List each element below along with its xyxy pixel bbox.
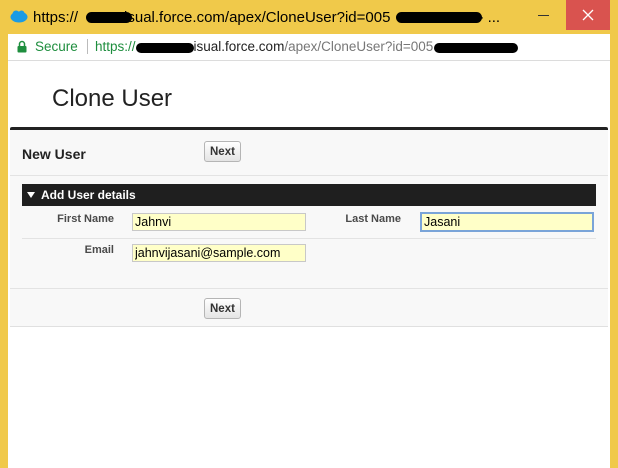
minimize-icon [537, 14, 549, 16]
next-button-bottom[interactable]: Next [204, 298, 241, 319]
first-name-input[interactable] [132, 213, 306, 231]
page-title: Clone User [52, 85, 173, 112]
section-title: New User [22, 146, 86, 162]
divider [10, 288, 608, 289]
window-title-bar[interactable]: https://isual.force.com/apex/CloneUser?i… [0, 0, 618, 34]
address-bar[interactable]: Secure https://isual.force.com/apex/Clon… [8, 34, 610, 61]
divider [22, 238, 596, 239]
divider [10, 175, 608, 176]
secure-label: Secure [35, 39, 78, 54]
redacted-mark [434, 43, 518, 53]
email-label: Email [84, 244, 114, 256]
divider [87, 39, 88, 54]
close-button[interactable] [566, 0, 610, 30]
add-user-details-header[interactable]: Add User details [22, 184, 596, 206]
email-input[interactable] [132, 244, 306, 262]
last-name-label: Last Name [345, 213, 401, 225]
next-button-top[interactable]: Next [204, 141, 241, 162]
salesforce-cloud-icon [10, 10, 28, 23]
redacted-mark [86, 12, 132, 23]
popup-window: Secure https://isual.force.com/apex/Clon… [8, 34, 610, 468]
collapse-triangle-icon[interactable] [27, 192, 35, 198]
redacted-mark [136, 43, 194, 53]
minimize-button[interactable] [520, 0, 566, 30]
redacted-mark [396, 12, 482, 23]
last-name-input[interactable] [420, 212, 594, 232]
page-block: New User Next Add User details First Nam… [10, 130, 608, 327]
block-header-label: Add User details [41, 188, 136, 202]
lock-icon [17, 40, 27, 53]
first-name-label: First Name [57, 213, 114, 225]
close-icon [582, 9, 594, 21]
